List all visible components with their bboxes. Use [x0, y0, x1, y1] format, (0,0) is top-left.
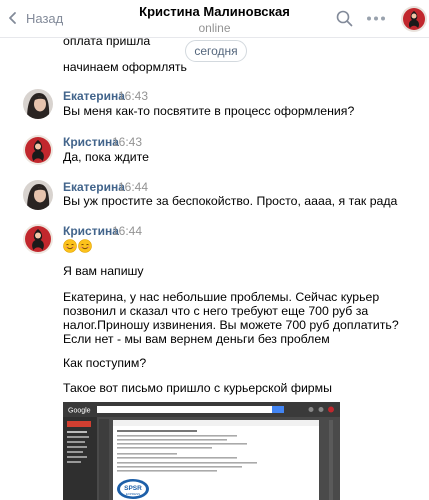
message-text: Если нет - мы вам вернем деньги без проб… — [63, 332, 330, 346]
avatar-ekaterina[interactable] — [23, 180, 53, 210]
attachment-logo-text: SPSR — [124, 485, 142, 492]
message-time: 16:43 — [112, 135, 143, 149]
message-text: начинаем оформлять — [63, 60, 187, 74]
avatar-kristina[interactable] — [23, 224, 53, 254]
attachment-app-name: Google — [68, 408, 91, 415]
message-text: Я вам напишу — [63, 264, 144, 278]
more-options-icon[interactable] — [366, 16, 386, 21]
message-time: 16:44 — [112, 224, 143, 238]
header-avatar[interactable] — [401, 6, 427, 32]
message-author[interactable]: Кристина — [63, 135, 119, 149]
smiling-face-emoji — [78, 238, 92, 253]
chat-title-block[interactable]: Кристина Малиновская online — [0, 4, 429, 35]
chat-title: Кристина Малиновская — [139, 4, 290, 19]
message-text: Екатерина, у нас небольшие проблемы. Сей… — [63, 290, 380, 304]
message-text: позвонил и сказал что с него требуют еще… — [63, 304, 369, 318]
message-text: Вы меня как-то посвятите в процесс оформ… — [63, 104, 355, 118]
message-text: Как поступим? — [63, 356, 147, 370]
message-text: Такое вот письмо пришло с курьерской фир… — [63, 381, 332, 395]
message-text: Да, пока ждите — [63, 150, 150, 164]
email-screenshot-image: Google SPSR EXPRESS — [63, 402, 340, 500]
message-author[interactable]: Екатерина — [63, 89, 125, 103]
online-status: online — [198, 21, 231, 35]
message-author[interactable]: Екатерина — [63, 180, 125, 194]
message-text: налог.Приношу извинения. Вы можете 700 р… — [63, 318, 399, 332]
message-text: Вы уж простите за беспокойство. Просто, … — [63, 194, 398, 208]
message-time: 16:44 — [118, 180, 149, 194]
emoji-row — [63, 238, 93, 253]
attachment-logo-subtext: EXPRESS — [126, 492, 140, 496]
smiling-face-emoji — [63, 238, 77, 253]
chat-header: Назад Кристина Малиновская online — [0, 0, 429, 38]
date-separator: сегодня — [185, 40, 247, 62]
attachment-image[interactable]: Google SPSR EXPRESS — [63, 402, 340, 500]
search-icon[interactable] — [336, 10, 353, 27]
avatar-ekaterina[interactable] — [23, 89, 53, 119]
avatar-kristina[interactable] — [23, 135, 53, 165]
message-time: 16:43 — [118, 89, 149, 103]
message-author[interactable]: Кристина — [63, 224, 119, 238]
